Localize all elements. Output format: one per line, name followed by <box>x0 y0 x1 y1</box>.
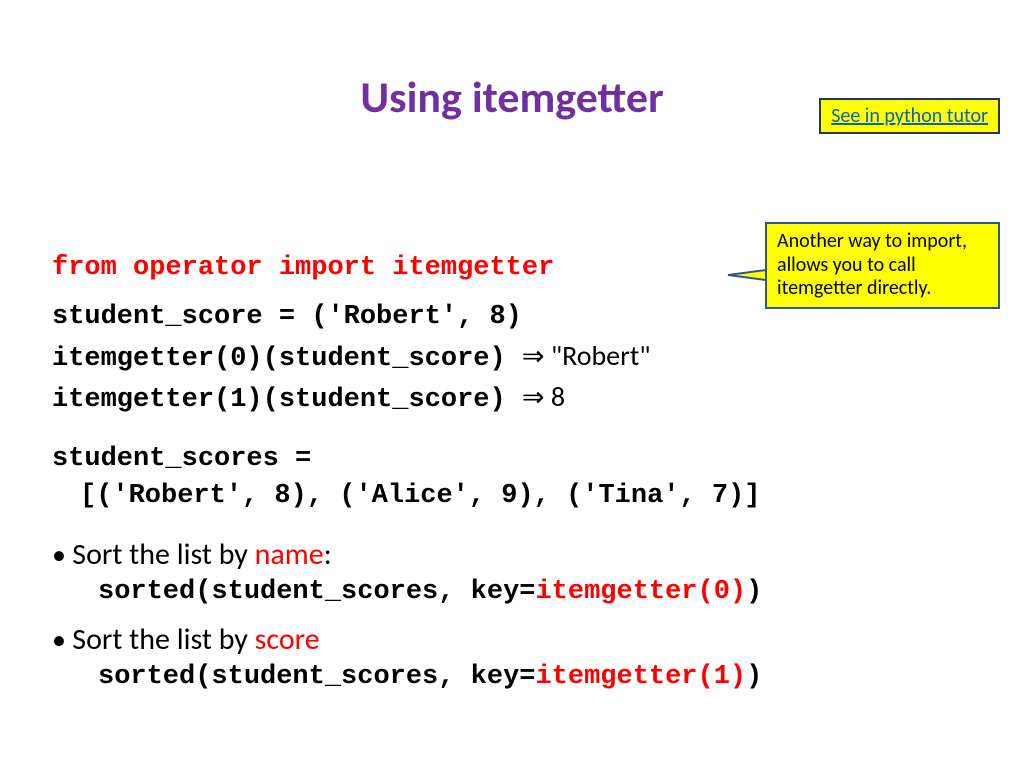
bullet-sort-score: Sort the list by score sorted(student_sc… <box>52 621 972 692</box>
code-sorted-score-a: sorted(student_scores, key= <box>98 662 535 692</box>
code-get1-result: 8 <box>545 379 566 414</box>
slide: See in python tutor Using itemgetter Ano… <box>0 70 1024 768</box>
code-sorted-name-a: sorted(student_scores, key= <box>98 577 535 607</box>
bullet-sort-name: Sort the list by name: sorted(student_sc… <box>52 536 972 607</box>
code-sorted-score: sorted(student_scores, key=itemgetter(1)… <box>52 662 972 692</box>
code-scores-head: student_scores = <box>52 441 972 478</box>
bullet-1-pre: Sort the list by <box>72 536 254 573</box>
slide-body: from operator import itemgetter student_… <box>52 250 972 706</box>
code-sorted-name-red: itemgetter(0) <box>535 577 746 607</box>
bullet-2-keyword: score <box>255 621 320 658</box>
code-sorted-name: sorted(student_scores, key=itemgetter(0)… <box>52 577 972 607</box>
arrow-icon: ⇒ <box>522 340 545 373</box>
code-assign: student_score = ('Robert', 8) <box>52 299 972 336</box>
python-tutor-link[interactable]: See in python tutor <box>831 104 988 128</box>
code-sorted-score-red: itemgetter(1) <box>535 662 746 692</box>
code-scores-body: [('Robert', 8), ('Alice', 9), ('Tina', 7… <box>52 478 972 515</box>
code-sorted-name-b: ) <box>746 577 762 607</box>
code-get1-pre: itemgetter(1)(student_score) <box>52 385 522 415</box>
code-itemgetter-0: itemgetter(0)(student_score) ⇒ "Robert" <box>52 337 972 378</box>
bullet-1-keyword: name <box>255 536 324 573</box>
code-get0-result: "Robert" <box>545 338 651 373</box>
code-get0-pre: itemgetter(0)(student_score) <box>52 344 522 374</box>
code-import: from operator import itemgetter <box>52 250 972 287</box>
arrow-icon: ⇒ <box>522 381 545 414</box>
code-sorted-score-b: ) <box>746 662 762 692</box>
bullet-list: Sort the list by name: sorted(student_sc… <box>52 536 972 692</box>
bullet-1-post: : <box>324 536 332 573</box>
bullet-2-pre: Sort the list by <box>72 621 254 658</box>
code-itemgetter-1: itemgetter(1)(student_score) ⇒ 8 <box>52 378 972 419</box>
python-tutor-link-box[interactable]: See in python tutor <box>819 98 1000 134</box>
